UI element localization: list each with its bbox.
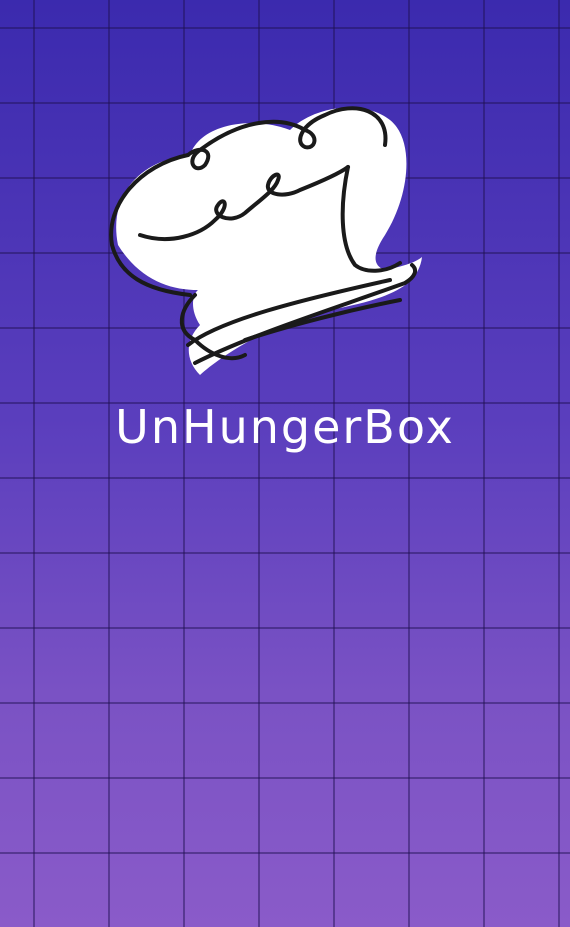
brand-name: UnHungerBox (115, 400, 455, 454)
chef-hat-icon (109, 106, 422, 375)
splash-screen: UnHungerBox (0, 0, 570, 927)
